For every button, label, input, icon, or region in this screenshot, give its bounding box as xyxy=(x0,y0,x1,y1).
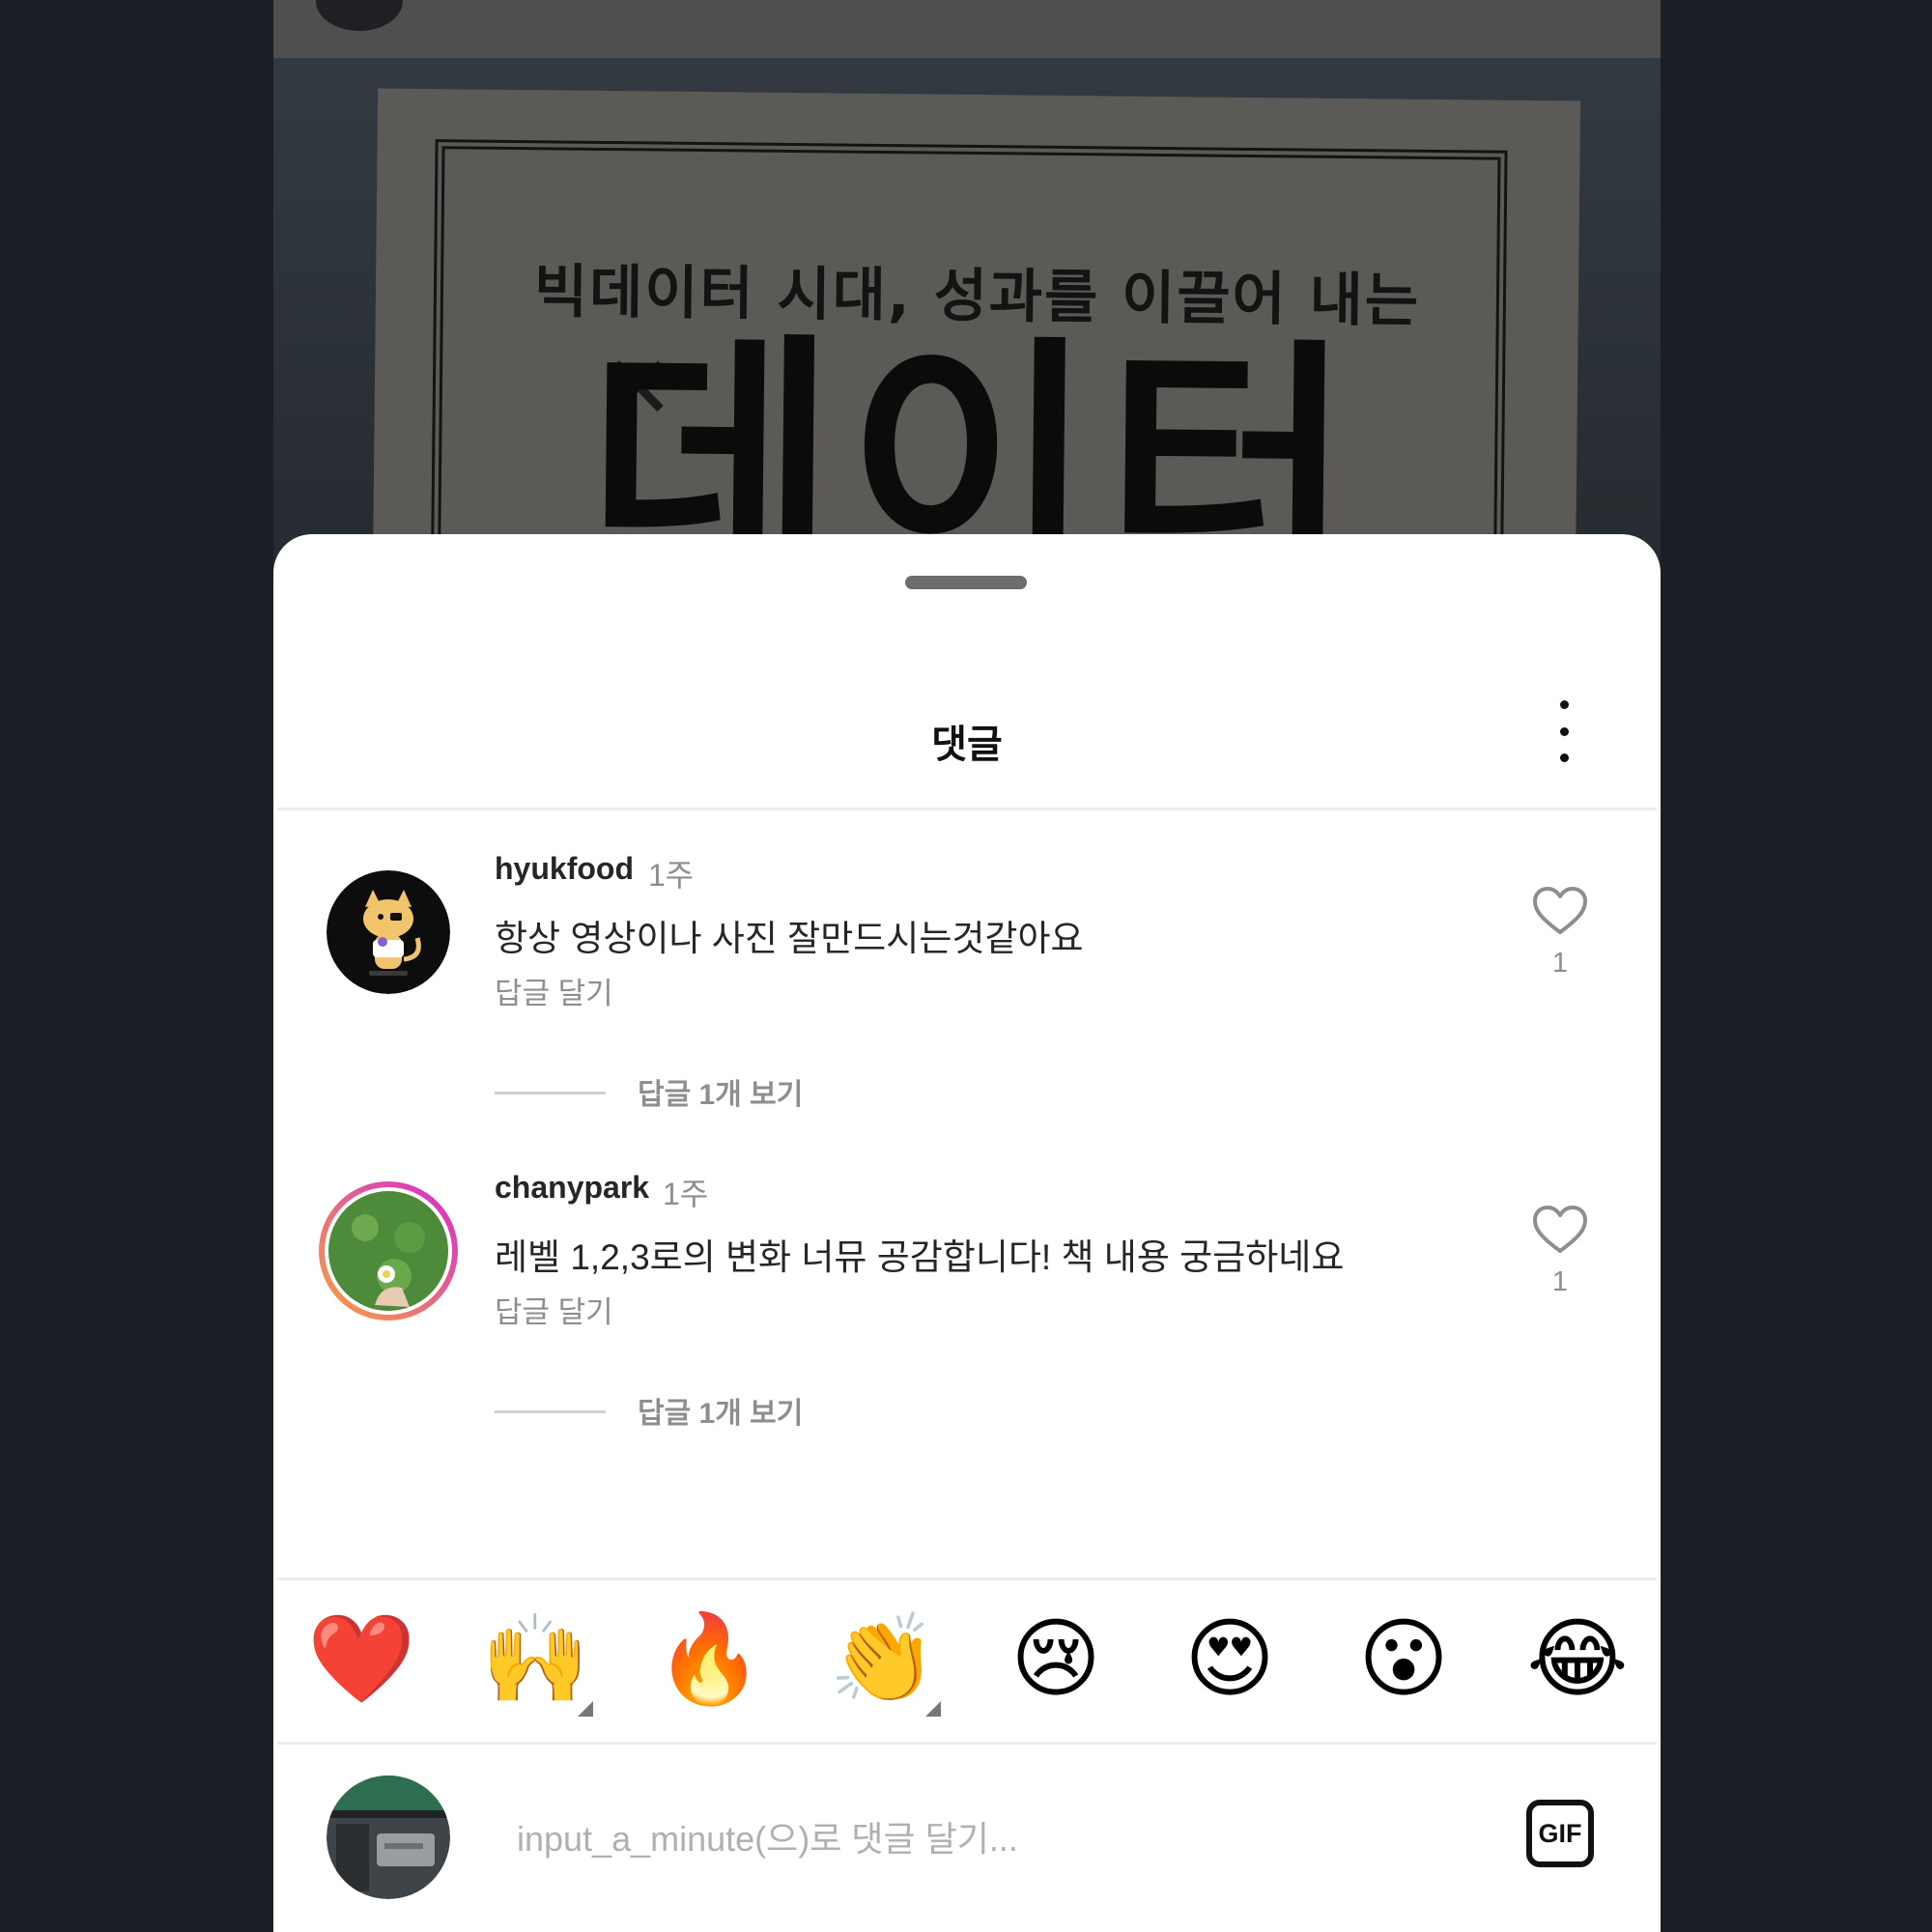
sheet-title: 댓글 xyxy=(931,724,1003,766)
comment-time: 1주 xyxy=(663,1177,709,1211)
user-photo-avatar-icon xyxy=(327,1776,450,1899)
skin-tone-indicator-icon xyxy=(925,1701,941,1717)
comment-item: chanypark 1주 레벨 1,2,3로의 변화 너뮤 공감합니다! 책 내… xyxy=(273,1141,1661,1334)
current-user-avatar xyxy=(327,1776,450,1899)
heart-outline-icon xyxy=(1533,1206,1587,1253)
dim-overlay[interactable] xyxy=(273,0,1661,599)
emoji-fire[interactable]: 🔥 xyxy=(655,1606,763,1713)
emoji-heart-eyes[interactable]: 😍 xyxy=(1177,1606,1283,1713)
comment-username[interactable]: hyukfood xyxy=(495,851,634,887)
view-replies-label: 답글 1개 보기 xyxy=(638,1398,804,1430)
comment-text: 항상 영상이나 사진 잘만드시는것같아요 xyxy=(495,919,1084,958)
comment-username[interactable]: chanypark xyxy=(495,1170,649,1206)
view-replies-line xyxy=(495,1092,606,1094)
flower-photo-avatar-icon xyxy=(319,1181,458,1321)
header-divider xyxy=(277,808,1657,810)
heart-icon[interactable] xyxy=(1532,1205,1588,1255)
comment-avatar[interactable] xyxy=(317,1179,460,1322)
emoji-glyph: 👏 xyxy=(829,1608,938,1710)
phone-screen: 빅데이터 시대, 성과를 이끌어 내는 ✕ 데이터 댓글 hyukfood 1주… xyxy=(273,0,1661,1932)
emoji-reaction-bar: ❤️ 🙌 🔥 👏 😢 😍 😮 😂 xyxy=(273,1597,1661,1717)
view-replies-button[interactable]: 답글 1개 보기 xyxy=(495,1389,881,1430)
view-replies-label: 답글 1개 보기 xyxy=(638,1079,804,1111)
more-options-icon[interactable] xyxy=(1545,700,1583,762)
drag-handle[interactable] xyxy=(905,576,1027,589)
more-dot xyxy=(1559,753,1569,762)
reply-button[interactable]: 답글 달기 xyxy=(495,1288,613,1331)
emoji-glyph: 🙌 xyxy=(481,1608,590,1710)
emoji-raised-hands[interactable]: 🙌 xyxy=(481,1606,593,1717)
gif-button[interactable]: GIF xyxy=(1526,1800,1594,1867)
post-background: 빅데이터 시대, 성과를 이끌어 내는 ✕ 데이터 xyxy=(273,0,1661,599)
emoji-crying[interactable]: 😢 xyxy=(1003,1606,1109,1713)
skin-tone-indicator-icon xyxy=(578,1701,593,1717)
emoji-heart[interactable]: ❤️ xyxy=(307,1606,415,1713)
emoji-laughing[interactable]: 😂 xyxy=(1524,1606,1631,1713)
comment-input[interactable] xyxy=(515,1795,1388,1884)
like-count: 1 xyxy=(1551,948,1569,979)
comment-time: 1주 xyxy=(648,858,695,893)
view-replies-line xyxy=(495,1410,606,1413)
comments-sheet: 댓글 hyukfood 1주 항상 영상이나 사진 잘만드시는것같아요 답글 달… xyxy=(273,534,1661,1932)
heart-outline-icon xyxy=(1533,887,1587,934)
view-replies-button[interactable]: 답글 1개 보기 xyxy=(495,1070,881,1111)
more-dot xyxy=(1559,700,1569,709)
reply-button[interactable]: 답글 달기 xyxy=(495,969,613,1012)
comment-avatar[interactable] xyxy=(327,870,450,994)
comment-item: hyukfood 1주 항상 영상이나 사진 잘만드시는것같아요 답글 달기 1 xyxy=(273,822,1661,1015)
like-count: 1 xyxy=(1551,1266,1569,1297)
comment-text: 레벨 1,2,3로의 변화 너뮤 공감합니다! 책 내용 궁금하네요 xyxy=(495,1237,1345,1277)
input-divider xyxy=(277,1742,1657,1745)
cat-character-avatar-icon xyxy=(327,870,450,994)
emoji-clapping[interactable]: 👏 xyxy=(829,1606,941,1717)
emoji-divider xyxy=(277,1577,1657,1580)
emoji-surprised[interactable]: 😮 xyxy=(1350,1606,1457,1713)
more-dot xyxy=(1559,726,1569,736)
heart-icon[interactable] xyxy=(1532,886,1588,936)
